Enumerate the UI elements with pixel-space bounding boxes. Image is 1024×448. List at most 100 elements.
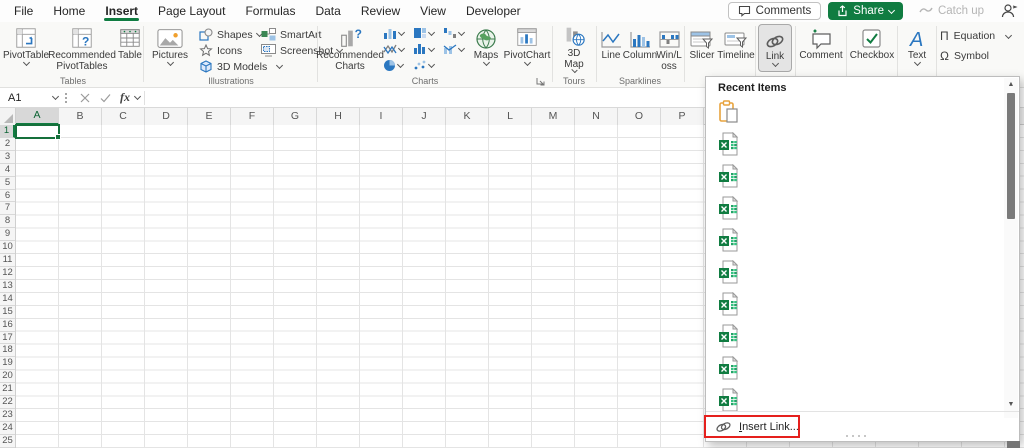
row-header[interactable]: 25 <box>0 435 15 448</box>
recent-item[interactable] <box>718 352 988 384</box>
icons-button[interactable]: Icons <box>199 43 242 58</box>
column-header[interactable]: A <box>16 108 59 125</box>
row-header[interactable]: 22 <box>0 396 15 409</box>
row-header[interactable]: 14 <box>0 293 15 306</box>
ribbon-tab[interactable]: Formulas <box>235 0 305 22</box>
column-header[interactable]: E <box>188 108 231 125</box>
row-header[interactable]: 15 <box>0 306 15 319</box>
insert-line-chart-button[interactable] <box>383 42 404 56</box>
row-header[interactable]: 2 <box>0 138 15 151</box>
insert-column-chart-button[interactable] <box>383 26 404 40</box>
charts-dialog-launcher-icon[interactable] <box>536 77 545 86</box>
row-header[interactable]: 3 <box>0 151 15 164</box>
column-header[interactable]: I <box>360 108 403 125</box>
chevron-down-icon[interactable] <box>134 93 141 100</box>
row-header[interactable]: 9 <box>0 228 15 241</box>
insert-statistic-chart-button[interactable] <box>413 42 434 56</box>
recommended-pivottables-button[interactable]: ? Recommended PivotTables <box>51 24 113 72</box>
3d-map-button[interactable]: 3D Map <box>557 24 591 72</box>
column-header[interactable]: L <box>489 108 532 125</box>
ribbon-tab[interactable]: Review <box>351 0 410 22</box>
comment-button[interactable]: Comment <box>798 24 844 72</box>
cancel-button[interactable] <box>77 93 93 103</box>
scroll-up-icon[interactable]: ▲ <box>1004 78 1018 91</box>
row-header[interactable]: 5 <box>0 177 15 190</box>
column-header[interactable]: F <box>231 108 274 125</box>
recent-item[interactable] <box>718 192 988 224</box>
ribbon-tab[interactable]: Insert <box>95 0 148 22</box>
3d-models-button[interactable]: 3D Models <box>199 59 282 74</box>
row-header[interactable]: 1 <box>0 125 15 138</box>
recent-item[interactable] <box>718 128 988 160</box>
selected-cell-a1[interactable] <box>15 124 60 139</box>
column-header[interactable]: D <box>145 108 188 125</box>
insert-combo-chart-button[interactable] <box>443 42 464 56</box>
column-header[interactable]: M <box>532 108 575 125</box>
row-header[interactable]: 21 <box>0 383 15 396</box>
table-button[interactable]: Table <box>115 24 145 72</box>
row-header[interactable]: 11 <box>0 254 15 267</box>
row-header[interactable]: 24 <box>0 422 15 435</box>
ribbon-tab[interactable]: Home <box>43 0 95 22</box>
scroll-down-icon[interactable]: ▼ <box>1004 398 1018 411</box>
row-header[interactable]: 7 <box>0 202 15 215</box>
column-header[interactable]: G <box>274 108 317 125</box>
catch-up-button[interactable]: Catch up <box>910 2 993 20</box>
recent-item[interactable] <box>718 96 988 128</box>
select-all-corner[interactable] <box>0 108 16 125</box>
timeline-button[interactable]: Timeline <box>719 24 753 72</box>
row-header[interactable]: 6 <box>0 190 15 203</box>
row-header[interactable]: 18 <box>0 344 15 357</box>
sparkline-winloss-button[interactable]: Win/Loss <box>657 24 681 72</box>
comments-button[interactable]: Comments <box>728 2 822 20</box>
row-header[interactable]: 4 <box>0 164 15 177</box>
row-header[interactable]: 16 <box>0 319 15 332</box>
checkbox-button[interactable]: Checkbox <box>849 24 895 72</box>
row-header[interactable]: 12 <box>0 267 15 280</box>
slicer-button[interactable]: Slicer <box>687 24 717 72</box>
column-header[interactable]: B <box>59 108 102 125</box>
column-header[interactable]: N <box>575 108 618 125</box>
insert-scatter-chart-button[interactable] <box>413 58 434 72</box>
shapes-button[interactable]: Shapes <box>199 27 262 42</box>
text-button[interactable]: A Text <box>900 24 934 72</box>
row-header[interactable]: 23 <box>0 409 15 422</box>
row-header[interactable]: 19 <box>0 357 15 370</box>
row-header[interactable]: 10 <box>0 241 15 254</box>
ribbon-tab[interactable]: Page Layout <box>148 0 235 22</box>
row-header[interactable]: 17 <box>0 332 15 345</box>
column-header[interactable]: P <box>661 108 704 125</box>
symbol-button[interactable]: Ω Symbol <box>940 48 989 64</box>
pivottable-button[interactable]: PivotTable <box>3 24 49 72</box>
ribbon-tab[interactable]: Data <box>305 0 350 22</box>
share-button[interactable]: Share <box>828 2 903 20</box>
menu-scrollbar[interactable]: ▲ ▼ <box>1004 78 1018 418</box>
person-icon[interactable] <box>1000 3 1018 19</box>
recommended-charts-button[interactable]: ? Recommended Charts <box>321 24 379 72</box>
recent-item[interactable] <box>718 256 988 288</box>
column-header[interactable]: J <box>403 108 446 125</box>
insert-function-button[interactable]: fx <box>117 90 133 105</box>
row-header[interactable]: 8 <box>0 215 15 228</box>
insert-hierarchy-chart-button[interactable] <box>413 26 434 40</box>
ribbon-tab[interactable]: File <box>4 0 43 22</box>
column-header[interactable]: O <box>618 108 661 125</box>
recent-item[interactable] <box>718 160 988 192</box>
pictures-button[interactable]: Pictures <box>149 24 191 72</box>
maps-button[interactable]: Maps <box>469 24 503 72</box>
name-box[interactable]: A1 <box>0 92 58 104</box>
more-options-icon[interactable] <box>65 93 68 103</box>
sparkline-column-button[interactable]: Column <box>625 24 655 72</box>
sparkline-line-button[interactable]: Line <box>599 24 623 72</box>
pivotchart-button[interactable]: PivotChart <box>505 24 549 72</box>
ribbon-tab[interactable]: View <box>410 0 456 22</box>
smartart-button[interactable]: SmartArt <box>261 27 321 42</box>
scrollbar-thumb[interactable] <box>1007 93 1015 219</box>
insert-pie-chart-button[interactable] <box>383 58 403 72</box>
column-header[interactable]: K <box>446 108 489 125</box>
recent-item[interactable] <box>718 320 988 352</box>
ribbon-tab[interactable]: Developer <box>456 0 531 22</box>
row-header[interactable]: 13 <box>0 280 15 293</box>
enter-button[interactable] <box>97 93 113 103</box>
column-header[interactable]: H <box>317 108 360 125</box>
